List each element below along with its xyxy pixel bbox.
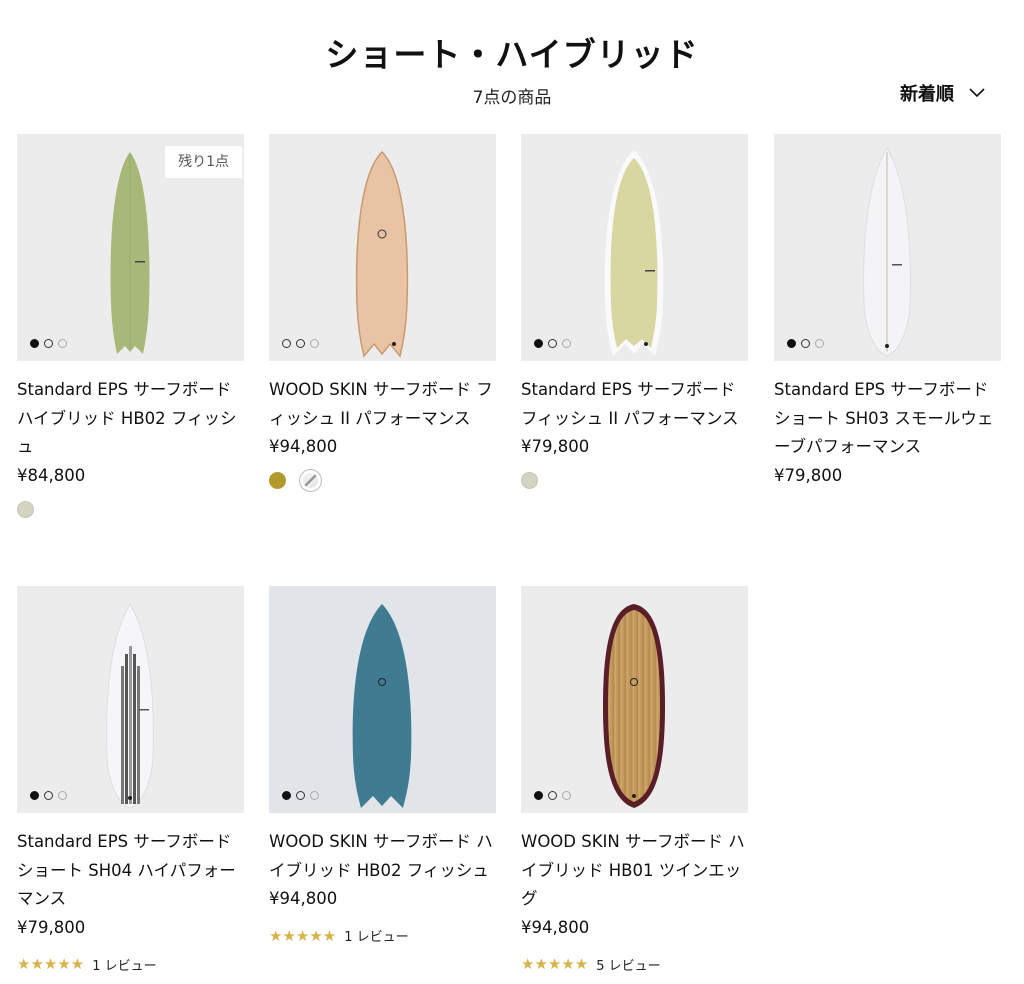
product-card[interactable]: Standard EPS サーフボード ショート SH03 スモールウェーブパフ… bbox=[774, 134, 1001, 490]
review-count: 1 レビュー bbox=[344, 930, 409, 945]
product-name[interactable]: Standard EPS サーフボード ハイブリッド HB02 フィッシュ bbox=[17, 376, 244, 462]
image-carousel-dots[interactable] bbox=[534, 791, 571, 800]
carousel-dot[interactable] bbox=[548, 339, 557, 348]
surfboard-image bbox=[521, 134, 748, 361]
product-image[interactable] bbox=[269, 586, 496, 813]
product-card[interactable]: WOOD SKIN サーフボード ハイブリッド HB02 フィッシュ ¥94,8… bbox=[269, 586, 496, 945]
product-name[interactable]: WOOD SKIN サーフボード ハイブリッド HB01 ツインエッグ bbox=[521, 828, 748, 914]
color-swatch-sage[interactable] bbox=[521, 472, 538, 489]
carousel-dot[interactable] bbox=[44, 339, 53, 348]
carousel-dot[interactable] bbox=[30, 791, 39, 800]
color-swatches bbox=[269, 469, 496, 492]
carousel-dot[interactable] bbox=[310, 339, 319, 348]
carousel-dot[interactable] bbox=[787, 339, 796, 348]
color-swatches bbox=[521, 472, 748, 489]
carousel-dot[interactable] bbox=[282, 791, 291, 800]
surfboard-image bbox=[774, 134, 1001, 361]
carousel-dot[interactable] bbox=[534, 339, 543, 348]
image-carousel-dots[interactable] bbox=[30, 791, 67, 800]
review-summary[interactable]: ★★★★★ 1 レビュー bbox=[269, 926, 496, 946]
surfboard-image bbox=[521, 586, 748, 813]
product-image[interactable] bbox=[774, 134, 1001, 361]
sort-label: 新着順 bbox=[900, 84, 954, 105]
image-carousel-dots[interactable] bbox=[282, 339, 319, 348]
carousel-dot[interactable] bbox=[282, 339, 291, 348]
product-price: ¥79,800 bbox=[17, 917, 86, 937]
carousel-dot[interactable] bbox=[815, 339, 824, 348]
carousel-dot[interactable] bbox=[30, 339, 39, 348]
star-rating: ★★★★★ bbox=[521, 955, 589, 973]
image-carousel-dots[interactable] bbox=[30, 339, 67, 348]
carousel-dot[interactable] bbox=[562, 791, 571, 800]
product-card[interactable]: WOOD SKIN サーフボード ハイブリッド HB01 ツインエッグ ¥94,… bbox=[521, 586, 748, 974]
image-carousel-dots[interactable] bbox=[534, 339, 571, 348]
color-swatch-olive[interactable] bbox=[269, 472, 286, 489]
stock-badge: 残り1点 bbox=[165, 146, 242, 178]
image-carousel-dots[interactable] bbox=[787, 339, 824, 348]
product-price: ¥79,800 bbox=[521, 437, 590, 456]
color-swatch-natural[interactable] bbox=[299, 469, 322, 492]
page-title: ショート・ハイブリッド bbox=[325, 35, 699, 74]
carousel-dot[interactable] bbox=[801, 339, 810, 348]
product-price: ¥79,800 bbox=[774, 465, 843, 485]
product-image[interactable] bbox=[17, 586, 244, 813]
carousel-dot[interactable] bbox=[58, 339, 67, 348]
product-image[interactable] bbox=[521, 586, 748, 813]
carousel-dot[interactable] bbox=[296, 339, 305, 348]
carousel-dot[interactable] bbox=[58, 791, 67, 800]
product-name[interactable]: Standard EPS サーフボード ショート SH04 ハイパフォーマンス bbox=[17, 828, 244, 914]
review-summary[interactable]: ★★★★★ 1 レビュー bbox=[17, 955, 244, 974]
product-name[interactable]: Standard EPS サーフボード ショート SH03 スモールウェーブパフ… bbox=[774, 376, 1001, 462]
product-card[interactable]: WOOD SKIN サーフボード フィッシュ II パフォーマンス ¥94,80… bbox=[269, 134, 496, 492]
product-card[interactable]: Standard EPS サーフボード フィッシュ II パフォーマンス ¥79… bbox=[521, 134, 748, 489]
review-count: 5 レビュー bbox=[596, 958, 661, 974]
sort-dropdown[interactable]: 新着順 bbox=[900, 80, 986, 106]
color-swatch-sage[interactable] bbox=[17, 500, 34, 518]
product-count: 7点の商品 bbox=[472, 88, 552, 108]
surfboard-image bbox=[269, 586, 496, 813]
star-rating: ★★★★★ bbox=[269, 926, 337, 945]
product-card[interactable]: Standard EPS サーフボード ショート SH04 ハイパフォーマンス … bbox=[17, 586, 244, 974]
review-count: 1 レビュー bbox=[92, 958, 157, 974]
product-name[interactable]: WOOD SKIN サーフボード フィッシュ II パフォーマンス bbox=[269, 376, 496, 433]
product-price: ¥94,800 bbox=[269, 889, 338, 908]
product-image[interactable] bbox=[521, 134, 748, 361]
image-carousel-dots[interactable] bbox=[282, 791, 319, 800]
product-name[interactable]: Standard EPS サーフボード フィッシュ II パフォーマンス bbox=[521, 376, 748, 433]
surfboard-image bbox=[17, 586, 244, 813]
chevron-down-icon bbox=[969, 88, 985, 98]
carousel-dot[interactable] bbox=[296, 791, 305, 800]
review-summary[interactable]: ★★★★★ 5 レビュー bbox=[521, 955, 748, 974]
carousel-dot[interactable] bbox=[44, 791, 53, 800]
surfboard-image bbox=[269, 134, 496, 361]
product-price: ¥94,800 bbox=[521, 917, 590, 937]
product-image[interactable] bbox=[269, 134, 496, 361]
product-price: ¥94,800 bbox=[269, 437, 338, 456]
star-rating: ★★★★★ bbox=[17, 955, 85, 973]
carousel-dot[interactable] bbox=[310, 791, 319, 800]
product-name[interactable]: WOOD SKIN サーフボード ハイブリッド HB02 フィッシュ bbox=[269, 828, 496, 885]
carousel-dot[interactable] bbox=[562, 339, 571, 348]
product-image[interactable]: 残り1点 bbox=[17, 134, 244, 361]
carousel-dot[interactable] bbox=[548, 791, 557, 800]
color-swatches bbox=[17, 500, 244, 518]
carousel-dot[interactable] bbox=[534, 791, 543, 800]
product-card[interactable]: 残り1点 Standard EPS サーフボード ハイブリッド HB02 フィッ… bbox=[17, 134, 244, 518]
product-price: ¥84,800 bbox=[17, 465, 86, 485]
